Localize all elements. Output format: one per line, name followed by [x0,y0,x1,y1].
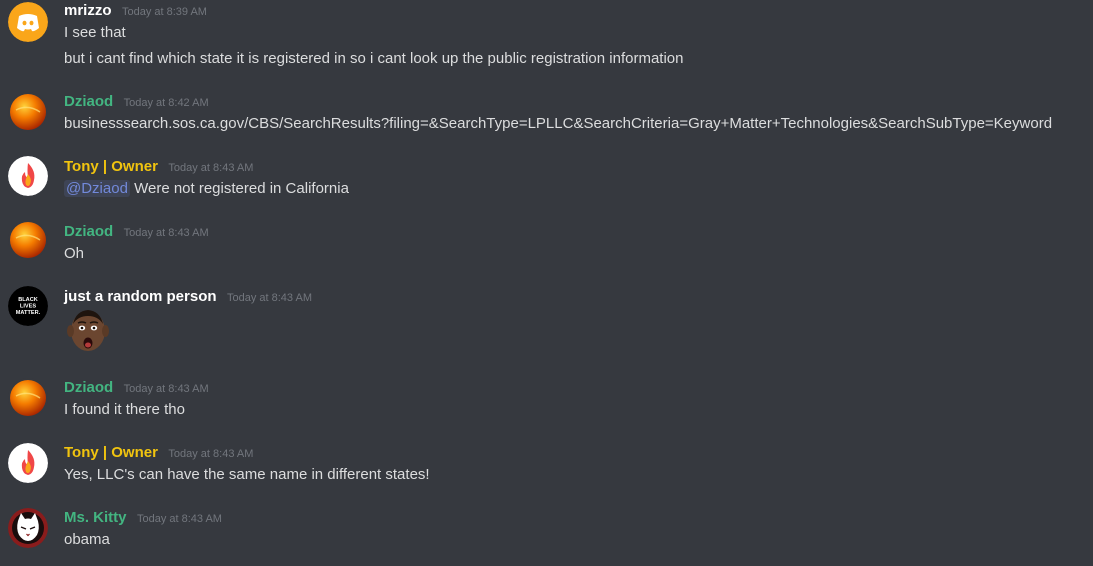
message-group: Dziaod Today at 8:43 AM Oh [0,216,1093,272]
flame-avatar[interactable] [8,156,48,196]
discord-logo-icon[interactable] [8,2,48,42]
username[interactable]: just a random person [64,287,217,307]
timestamp: Today at 8:43 AM [168,448,254,460]
timestamp: Today at 8:43 AM [123,227,209,239]
message-text: Yes, LLC's can have the same name in dif… [64,466,430,483]
timestamp: Today at 8:43 AM [136,513,222,525]
avatar-text: MATTER. [16,310,41,316]
message-text: I found it there tho [64,401,185,418]
message-link[interactable]: businesssearch.sos.ca.gov/CBS/SearchResu… [64,114,1052,134]
username[interactable]: Dziaod [64,92,113,112]
username[interactable]: Dziaod [64,222,113,242]
flame-avatar[interactable] [8,443,48,483]
timestamp: Today at 8:43 AM [226,292,312,304]
message-text-content: Were not registered in California [134,180,349,197]
username[interactable]: Dziaod [64,378,113,398]
message-text: I see that [64,24,126,41]
username[interactable]: Ms. Kitty [64,508,127,528]
timestamp: Today at 8:43 AM [168,162,254,174]
orange-planet-avatar[interactable] [8,378,48,418]
message-group: Tony | Owner Today at 8:43 AM Yes, LLC's… [0,437,1093,493]
message-group: Tony | Owner Today at 8:43 AM @Dziaod We… [0,152,1093,208]
username[interactable]: Tony | Owner [64,157,158,177]
message-text: Oh [64,245,85,262]
timestamp: Today at 8:43 AM [123,383,209,395]
message-group: BLACK LIVES MATTER. just a random person… [0,280,1093,370]
message-group: Ms. Kitty Today at 8:43 AM obama [0,502,1093,566]
avatar-text: BLACK [18,297,38,303]
surprised-face-emoji[interactable] [64,306,112,354]
user-mention[interactable]: @Dziaod [64,180,130,197]
message-text: obama [64,531,110,548]
message-text: but i cant find which state it is regist… [64,50,684,67]
cat-avatar[interactable] [8,508,48,548]
chat-messages: mrizzo Today at 8:39 AM I see that but i… [0,0,1093,566]
username[interactable]: mrizzo [64,1,112,21]
username[interactable]: Tony | Owner [64,443,158,463]
orange-planet-avatar[interactable] [8,220,48,260]
message-text: @Dziaod Were not registered in Californi… [64,179,349,199]
avatar-text: LIVES [20,304,36,310]
message-group: Dziaod Today at 8:42 AM businesssearch.s… [0,88,1093,144]
timestamp: Today at 8:42 AM [123,97,209,109]
message-group: mrizzo Today at 8:39 AM I see that but i… [0,0,1093,80]
black-lives-matter-avatar[interactable]: BLACK LIVES MATTER. [8,286,48,326]
orange-planet-avatar[interactable] [8,92,48,132]
timestamp: Today at 8:39 AM [121,6,207,18]
message-group: Dziaod Today at 8:43 AM I found it there… [0,372,1093,428]
